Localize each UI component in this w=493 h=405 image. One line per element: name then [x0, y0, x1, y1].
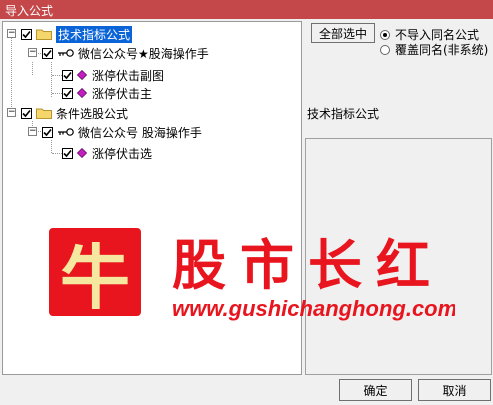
tree-line [11, 35, 12, 115]
radio-dot [380, 44, 390, 55]
collapse-toggle[interactable]: − [28, 127, 37, 136]
tree-line [51, 62, 52, 97]
tree-node-label: 涨停伏击副图 [92, 68, 165, 83]
checkbox[interactable] [21, 28, 32, 40]
tree-node-formula[interactable]: 涨停伏击选 [62, 144, 152, 162]
tree-node-author[interactable]: 微信公众号★股海操作手 [42, 44, 209, 62]
ok-button[interactable]: 确定 [339, 379, 412, 401]
checkbox[interactable] [62, 87, 73, 99]
tree-node-label: 条件选股公式 [56, 106, 129, 121]
checkbox[interactable] [62, 147, 73, 159]
watermark: 牛 股市长红 www.gushichanghong.com [49, 228, 455, 321]
tree-node-label: 微信公众号★股海操作手 [78, 46, 209, 61]
tree-line [32, 62, 33, 75]
collapse-toggle[interactable]: − [28, 48, 37, 57]
watermark-brand: 股市长红 [172, 233, 444, 297]
folder-icon [36, 108, 52, 119]
formula-diamond-icon [77, 70, 87, 80]
tree-node-tech-indicators[interactable]: 技术指标公式 [21, 25, 133, 43]
tree-line [51, 140, 52, 153]
tree-node-label: 涨停伏击主 [92, 86, 153, 101]
tree-line [52, 153, 62, 154]
checkbox[interactable] [42, 126, 53, 138]
checkbox[interactable] [42, 47, 53, 59]
formula-diamond-icon [77, 148, 87, 158]
formula-diamond-icon [77, 88, 87, 98]
key-icon [58, 128, 74, 136]
tree-node-label: 涨停伏击选 [92, 146, 153, 161]
tree-node-label: 技术指标公式 [56, 25, 133, 43]
cancel-button[interactable]: 取消 [418, 379, 491, 401]
title-bar: 导入公式 [0, 0, 493, 19]
watermark-logo-char: 牛 [60, 236, 130, 319]
description-title: 技术指标公式 [307, 107, 380, 121]
checkbox[interactable] [62, 69, 73, 81]
tree-node-formula[interactable]: 涨停伏击副图 [62, 66, 164, 84]
folder-icon [36, 29, 52, 40]
tree-line [52, 93, 62, 94]
window-title: 导入公式 [5, 4, 54, 18]
checkbox[interactable] [21, 107, 32, 119]
select-all-button[interactable]: 全部选中 [311, 23, 375, 43]
radio-dot [380, 29, 390, 40]
tree-node-author[interactable]: 微信公众号 股海操作手 [42, 123, 202, 141]
key-icon [58, 49, 74, 57]
tree-node-condition-select[interactable]: 条件选股公式 [21, 104, 128, 122]
overwrite-same-radio[interactable]: 覆盖同名(非系统) [380, 41, 488, 58]
tree-line [52, 75, 62, 76]
collapse-toggle[interactable]: − [7, 29, 16, 38]
collapse-toggle[interactable]: − [7, 108, 16, 117]
watermark-url: www.gushichanghong.com [172, 296, 455, 321]
tree-node-formula[interactable]: 涨停伏击主 [62, 84, 152, 102]
radio-label: 覆盖同名(非系统) [395, 43, 489, 57]
tree-node-label: 微信公众号 股海操作手 [78, 125, 202, 140]
